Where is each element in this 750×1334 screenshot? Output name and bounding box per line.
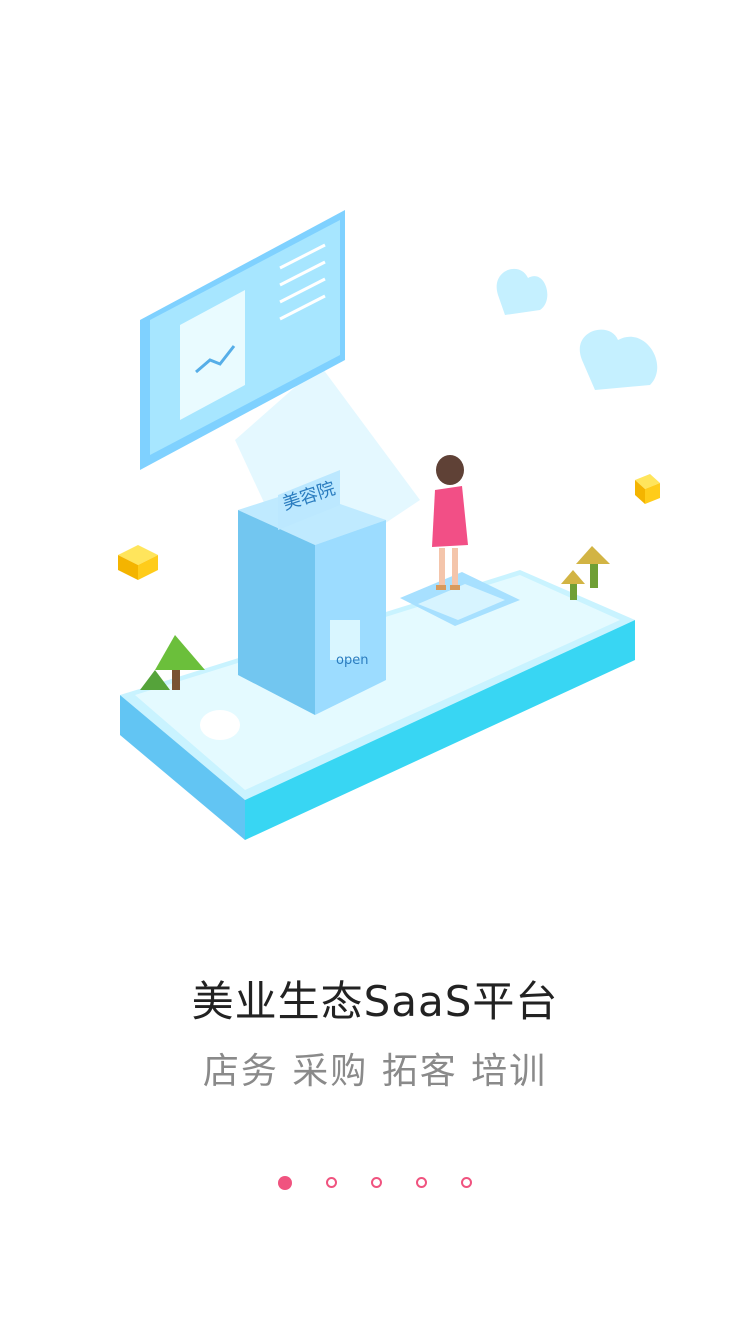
pagination-dot-2[interactable] (326, 1177, 337, 1188)
cloud-icon (496, 268, 658, 390)
page-subtitle: 店务 采购 拓客 培训 (202, 1051, 548, 1092)
woman-icon (400, 455, 520, 626)
pagination-dot-1[interactable] (278, 1176, 292, 1190)
pagination-dot-3[interactable] (371, 1177, 382, 1188)
pagination-dot-5[interactable] (461, 1177, 472, 1188)
door-sign: open (336, 653, 368, 668)
onboarding-illustration: 美容院 open (0, 150, 750, 870)
pagination-dot-4[interactable] (416, 1177, 427, 1188)
page-title: 美业生态SaaS平台 (191, 977, 559, 1026)
pagination-dots (0, 1176, 750, 1190)
